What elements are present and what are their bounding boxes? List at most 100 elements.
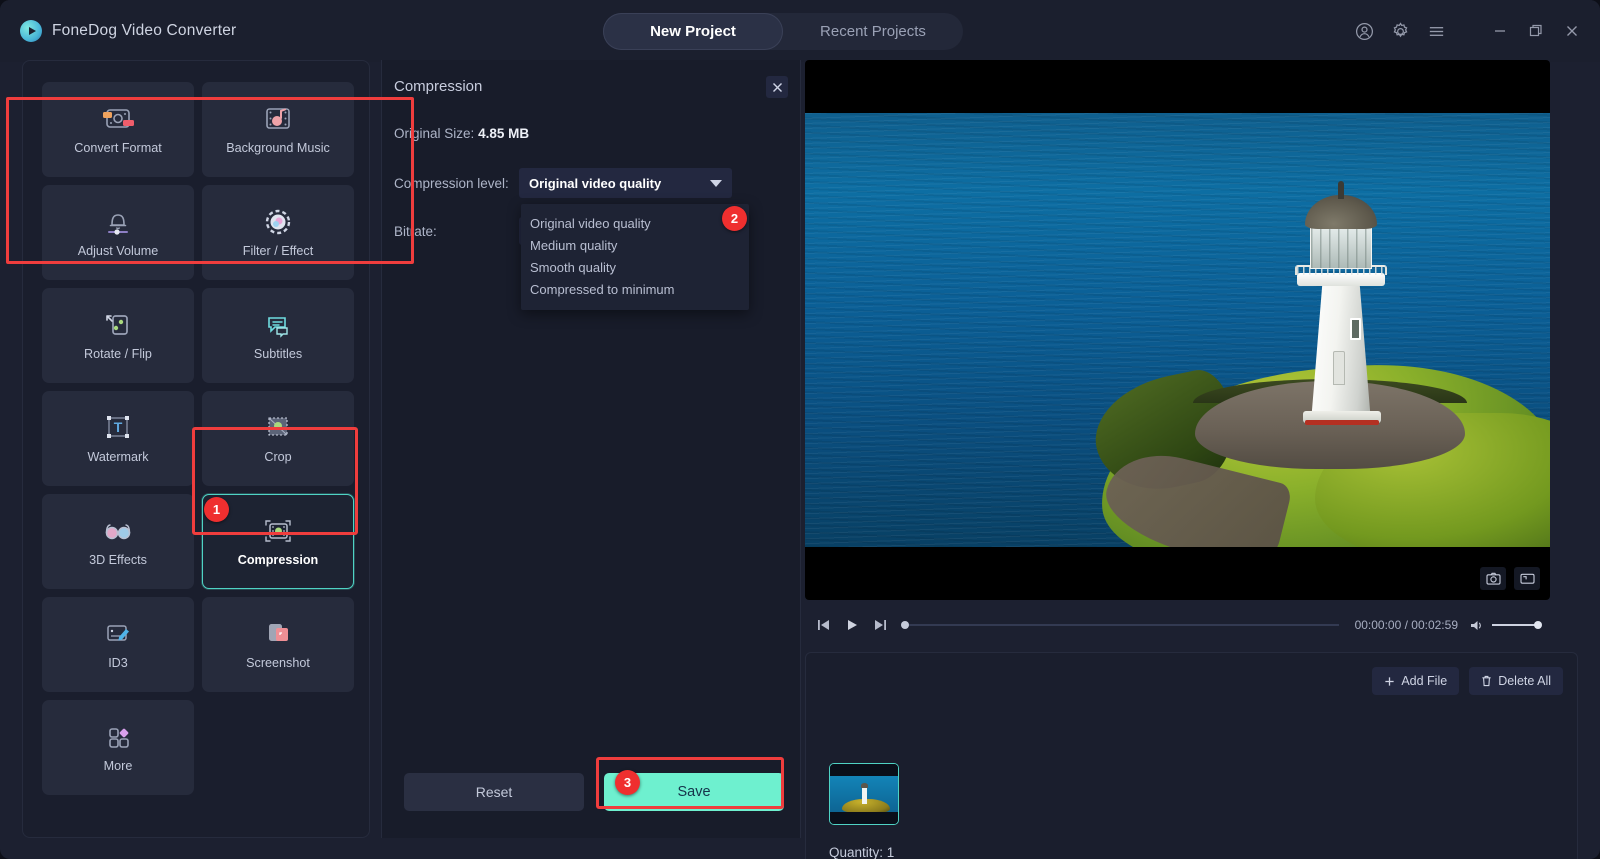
convert-format-icon — [101, 104, 135, 134]
brand: FoneDog Video Converter — [20, 20, 236, 42]
tool-rotate-flip[interactable]: Rotate / Flip — [42, 288, 194, 383]
compression-settings-panel: Compression Original Size: 4.85 MB Compr… — [381, 60, 801, 838]
step-badge-1: 1 — [204, 497, 229, 522]
step-badge-3: 3 — [615, 770, 640, 795]
thumb-lighthouse — [862, 787, 867, 804]
menu-hamburger-icon[interactable] — [1426, 21, 1446, 41]
camera-icon[interactable] — [1480, 567, 1506, 590]
tool-watermark[interactable]: T Watermark — [42, 391, 194, 486]
tool-label: Rotate / Flip — [84, 347, 152, 361]
seek-slider[interactable] — [901, 621, 1339, 629]
tool-label: Screenshot — [246, 656, 310, 670]
play-icon[interactable] — [843, 616, 861, 634]
settings-gear-icon[interactable] — [1390, 21, 1410, 41]
file-thumbnail[interactable] — [829, 763, 899, 825]
tool-label: Crop — [264, 450, 292, 464]
quantity-label: Quantity: 1 — [829, 845, 895, 859]
volume-slider[interactable] — [1492, 621, 1542, 629]
tool-label: Background Music — [226, 141, 330, 155]
dropdown-option-minimum[interactable]: Compressed to minimum — [521, 278, 749, 300]
tab-recent-projects[interactable]: Recent Projects — [783, 13, 963, 50]
adjust-volume-icon — [101, 207, 135, 237]
file-item[interactable] — [829, 763, 899, 825]
tool-crop[interactable]: Crop — [202, 391, 354, 486]
bitrate-label: Bitrate: — [394, 223, 437, 239]
lighthouse-finial — [1338, 181, 1344, 199]
title-bar: FoneDog Video Converter New Project Rece… — [0, 0, 1600, 62]
reset-button[interactable]: Reset — [404, 773, 584, 811]
add-file-label: Add File — [1401, 674, 1448, 688]
app-title: FoneDog Video Converter — [52, 22, 237, 39]
seek-knob[interactable] — [901, 621, 909, 629]
tab-new-project[interactable]: New Project — [603, 13, 783, 50]
tool-3d-effects[interactable]: 3D Effects — [42, 494, 194, 589]
panel-title: Compression — [394, 78, 483, 95]
screen-icon[interactable] — [1514, 567, 1540, 590]
dropdown-option-smooth[interactable]: Smooth quality — [521, 256, 749, 278]
project-tabs: New Project Recent Projects — [603, 13, 963, 50]
tool-subtitles[interactable]: Subtitles — [202, 288, 354, 383]
compression-level-value: Original video quality — [529, 175, 662, 191]
add-file-button[interactable]: Add File — [1372, 667, 1460, 695]
original-size-value: 4.85 MB — [478, 126, 530, 141]
tools-panel: Convert Format Background Music Adjust V… — [22, 60, 370, 838]
close-icon[interactable] — [766, 76, 788, 98]
compression-level-label: Compression level: — [394, 175, 509, 191]
trash-icon — [1482, 675, 1491, 687]
tool-label: Subtitles — [253, 347, 303, 361]
tool-label: Compression — [237, 553, 319, 567]
tool-label: 3D Effects — [89, 553, 147, 567]
skip-next-icon[interactable] — [871, 616, 889, 634]
panel-actions: Reset Save — [404, 773, 784, 811]
screenshot-icon — [261, 619, 295, 649]
rotate-flip-icon — [101, 310, 135, 340]
id3-icon — [101, 619, 135, 649]
original-size: Original Size: 4.85 MB — [394, 126, 529, 141]
tool-label: Adjust Volume — [77, 244, 159, 258]
file-list-panel: Add File Delete All Quantity: 1 — [805, 652, 1578, 859]
dropdown-option-original[interactable]: Original video quality — [521, 212, 749, 234]
plus-icon — [1385, 676, 1394, 686]
playback-controls: 00:00:00 / 00:02:59 — [805, 605, 1550, 645]
compression-level-row: Compression level: Original video qualit… — [394, 168, 732, 198]
original-size-label: Original Size: — [394, 126, 475, 141]
play-circle-logo-icon — [20, 20, 42, 42]
tool-label: Filter / Effect — [242, 244, 314, 258]
video-overlay-buttons — [1480, 567, 1540, 590]
volume-knob[interactable] — [1534, 621, 1542, 629]
tool-filter-effect[interactable]: Filter / Effect — [202, 185, 354, 280]
tool-background-music[interactable]: Background Music — [202, 82, 354, 177]
dropdown-option-medium[interactable]: Medium quality — [521, 234, 749, 256]
subtitles-icon — [261, 310, 295, 340]
tool-more[interactable]: More — [42, 700, 194, 795]
thumb-letterbox-top — [830, 764, 898, 776]
chevron-down-icon — [710, 179, 722, 187]
lighthouse-door — [1333, 351, 1345, 385]
thumb-lighthouse-dome — [861, 783, 868, 788]
volume-icon[interactable] — [1468, 616, 1486, 634]
maximize-button[interactable] — [1526, 21, 1546, 41]
tool-label: Convert Format — [74, 141, 162, 155]
filter-effect-icon — [261, 207, 295, 237]
tool-label: Watermark — [87, 450, 149, 464]
tool-convert-format[interactable]: Convert Format — [42, 82, 194, 177]
minimize-button[interactable] — [1490, 21, 1510, 41]
application-window: FoneDog Video Converter New Project Rece… — [0, 0, 1600, 859]
tool-id3[interactable]: ID3 — [42, 597, 194, 692]
compression-level-dropdown: Original video quality Medium quality Sm… — [521, 204, 749, 310]
tool-screenshot[interactable]: Screenshot — [202, 597, 354, 692]
compression-level-select[interactable]: Original video quality — [519, 168, 732, 198]
close-button[interactable] — [1562, 21, 1582, 41]
volume-control — [1468, 616, 1550, 634]
tool-label: ID3 — [108, 656, 128, 670]
skip-previous-icon[interactable] — [815, 616, 833, 634]
tool-adjust-volume[interactable]: Adjust Volume — [42, 185, 194, 280]
step-badge-2: 2 — [722, 206, 747, 231]
video-player[interactable] — [805, 60, 1550, 600]
delete-all-button[interactable]: Delete All — [1469, 667, 1563, 695]
more-icon — [101, 722, 135, 752]
preview-area: 00:00:00 / 00:02:59 Add File Delete All … — [805, 60, 1578, 859]
delete-all-label: Delete All — [1498, 674, 1551, 688]
svg-text:T: T — [114, 419, 123, 435]
account-icon[interactable] — [1354, 21, 1374, 41]
